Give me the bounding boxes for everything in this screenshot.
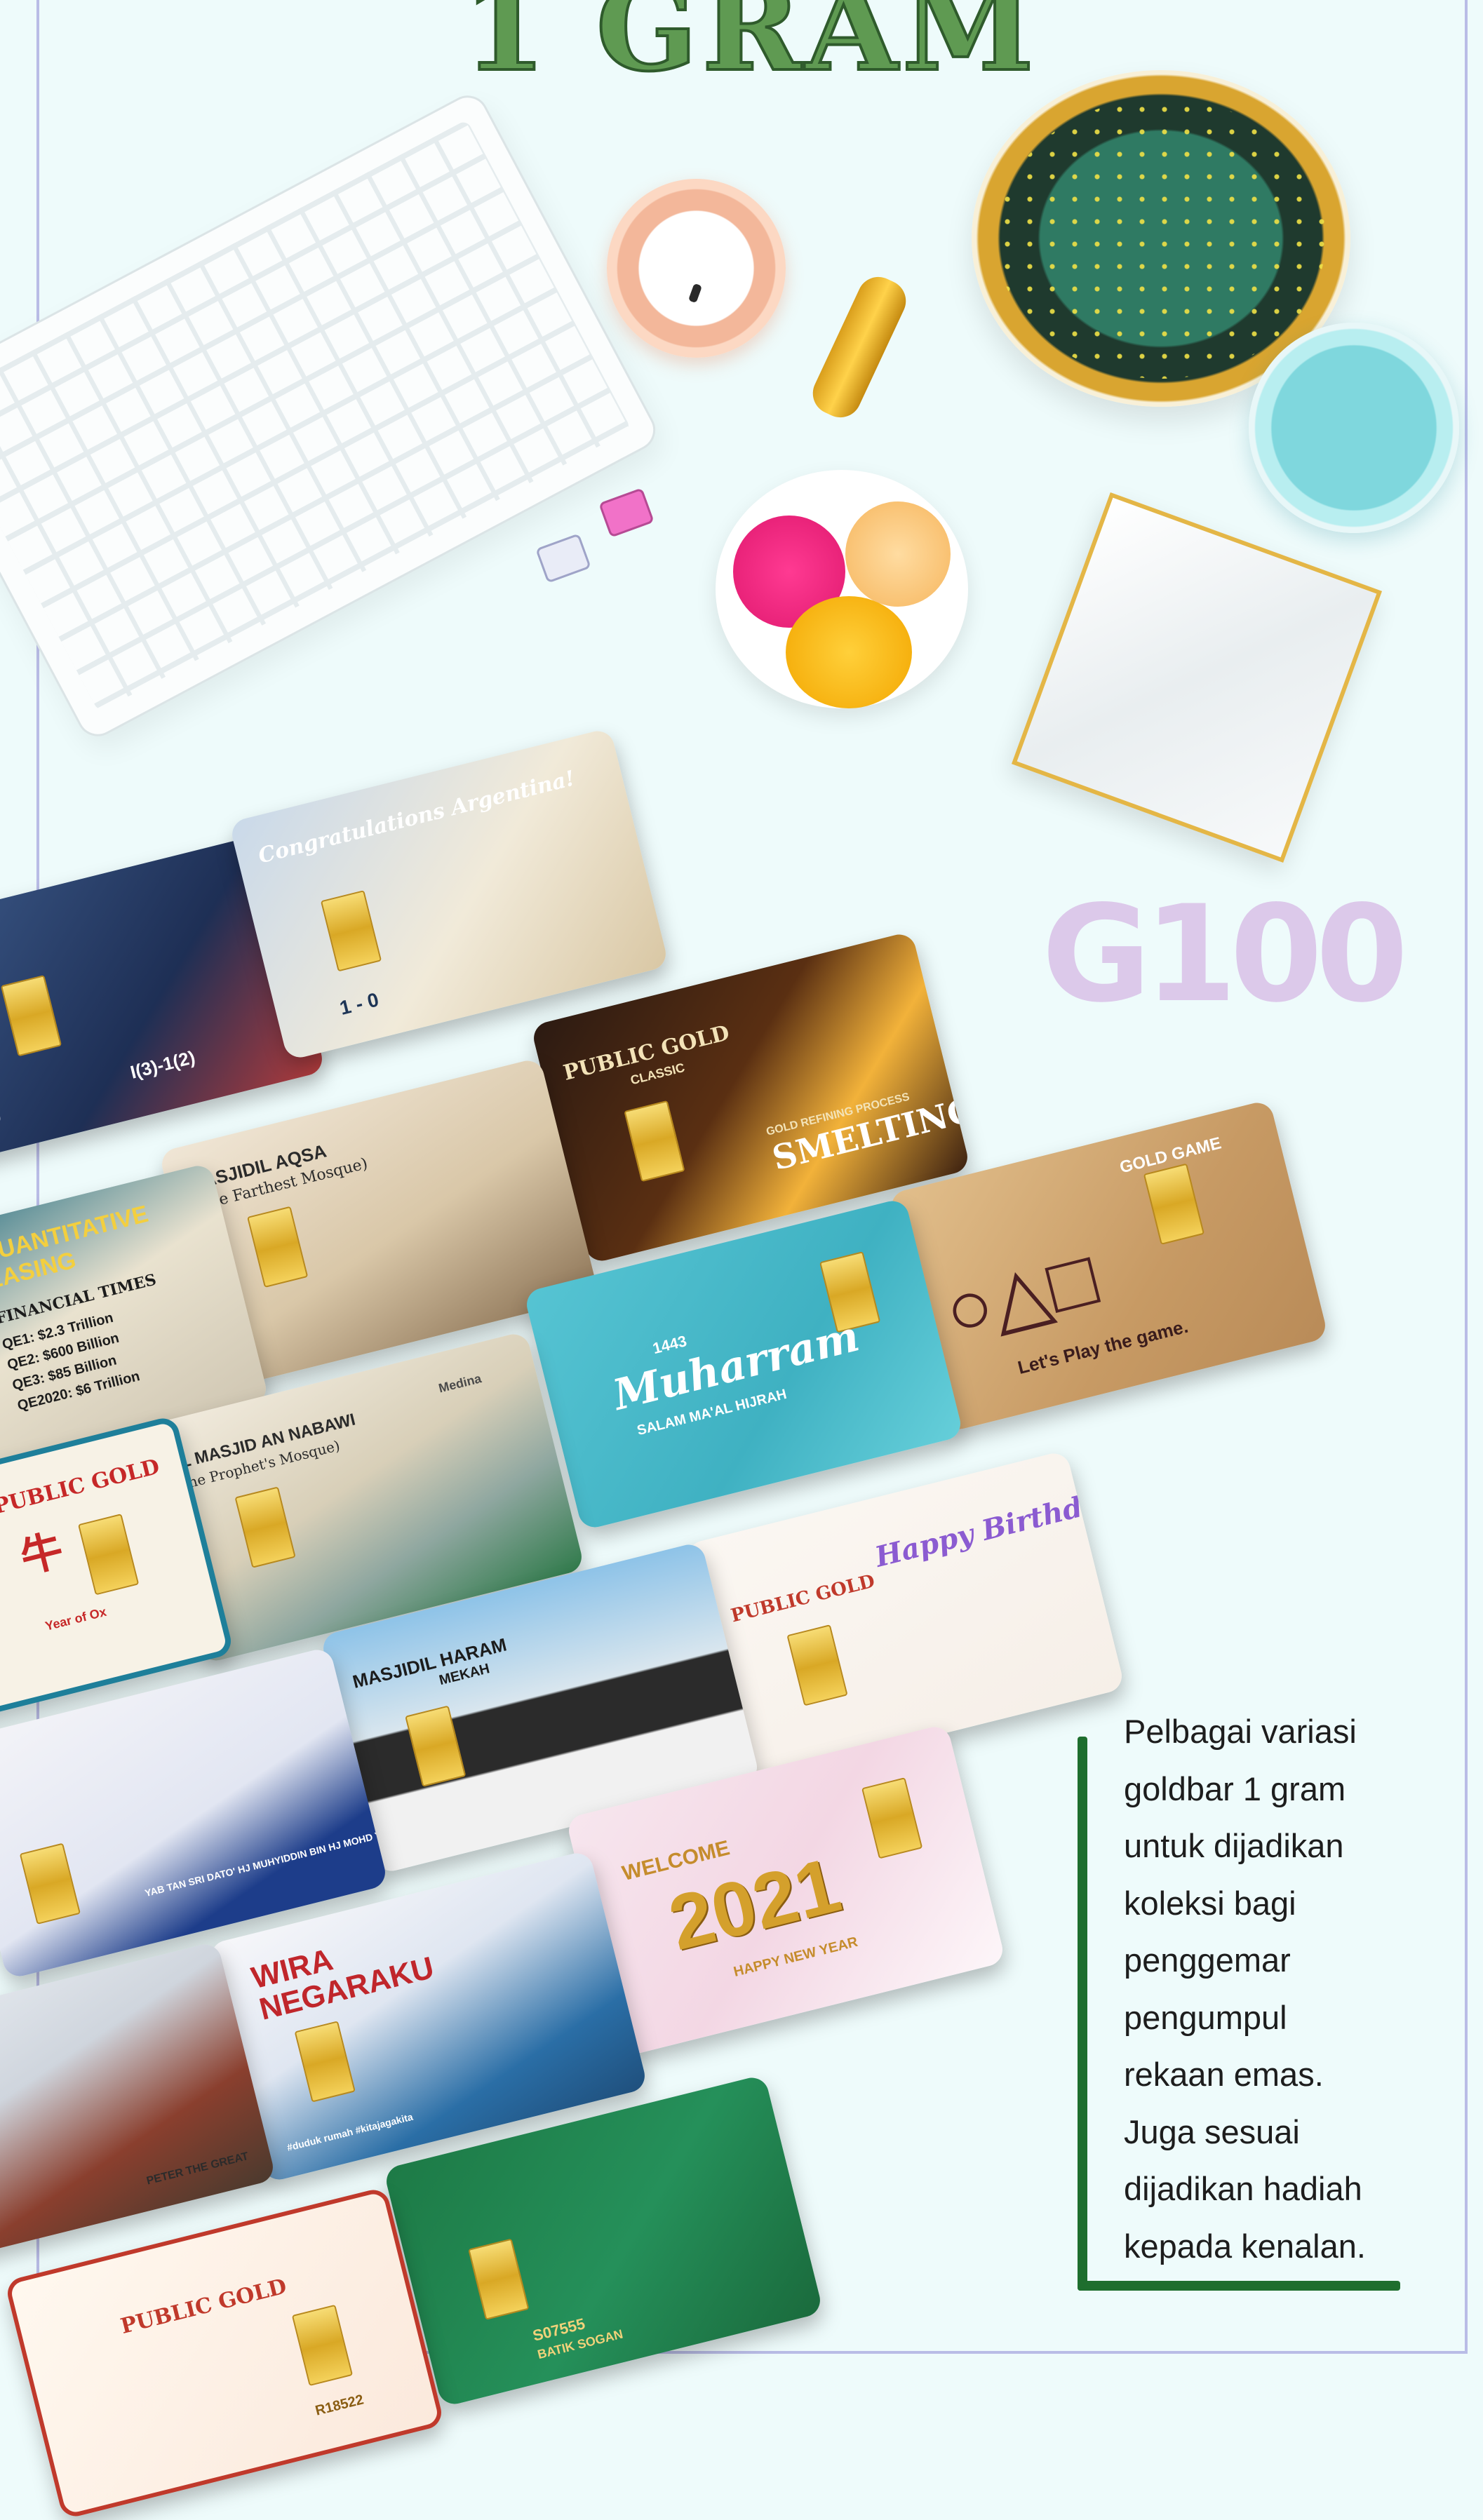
card-ox-brand: PUBLIC GOLD — [0, 1454, 162, 1520]
card-italy-year: 2020 — [0, 1102, 4, 1141]
card-wira-tags: #duduk rumah #kitajagakita — [286, 2110, 415, 2153]
description-line-3: untuk dijadikan — [1124, 1827, 1344, 1864]
page-title: 1 GRAM — [462, 0, 1039, 100]
card-floral-brand: PUBLIC GOLD — [118, 2274, 290, 2340]
card-birthday-brand: PUBLIC GOLD — [728, 1570, 878, 1627]
candle-image — [607, 179, 786, 358]
description-line-6: pengumpul — [1124, 1998, 1287, 2036]
description-text: Pelbagai variasi goldbar 1 gram untuk di… — [1124, 1703, 1418, 2275]
card-wira-title: WIRA NEGARAKU — [248, 1942, 438, 2027]
description-line-9: dijadikan hadiah — [1124, 2170, 1362, 2207]
description-line-7: rekaan emas. — [1124, 2056, 1324, 2093]
description-line-5: penggemar — [1124, 1941, 1291, 1979]
card-argentina-score: 1 - 0 — [337, 988, 381, 1019]
accent-rule-vertical — [1078, 1737, 1087, 2291]
g100-watermark: G100 — [1042, 877, 1409, 1032]
macaron-yellow — [786, 596, 912, 708]
description-line-8: Juga sesuai — [1124, 2113, 1300, 2150]
card-ox-glyph: 牛 — [15, 1525, 68, 1582]
card-peter-label: PETER THE GREAT — [145, 2150, 250, 2188]
card-tribute-line: YAB TAN SRI DATO' HJ MUHYIDDIN BIN HJ MO… — [143, 1821, 389, 1899]
description-line-10: kepada kenalan. — [1124, 2227, 1366, 2265]
card-floral-serial: R18522 — [314, 2392, 365, 2419]
cactus-spines — [996, 98, 1326, 379]
macaron-peach — [845, 501, 951, 607]
description-line-4: koleksi bagi — [1124, 1884, 1296, 1922]
description-line-2: goldbar 1 gram — [1124, 1770, 1346, 1807]
glass-image — [1249, 323, 1459, 533]
description-line-1: Pelbagai variasi — [1124, 1713, 1357, 1750]
card-ox-years: Year of Ox — [43, 1604, 108, 1633]
card-game-shapes: ○△□ — [936, 1234, 1106, 1355]
card-nabawi-map: Medina — [437, 1371, 483, 1396]
accent-rule-horizontal — [1078, 2281, 1400, 2291]
card-italy-caption: I(3)-1(2) — [128, 1046, 198, 1083]
